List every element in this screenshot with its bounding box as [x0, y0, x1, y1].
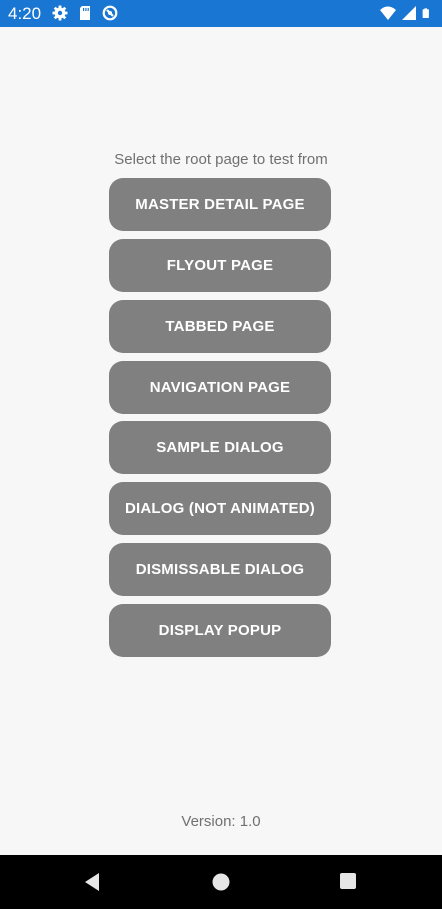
sd-card-icon [80, 6, 90, 20]
status-bar: 4:20 [0, 0, 442, 27]
sync-icon [102, 5, 118, 21]
gear-icon [52, 5, 68, 21]
tabbed-page-button[interactable]: TABBED PAGE [109, 300, 331, 353]
flyout-page-button[interactable]: FLYOUT PAGE [109, 239, 331, 292]
navigation-page-button[interactable]: NAVIGATION PAGE [109, 361, 331, 414]
cellular-signal-icon [402, 6, 416, 20]
sample-dialog-button[interactable]: SAMPLE DIALOG [109, 421, 331, 474]
display-popup-button[interactable]: DISPLAY POPUP [109, 604, 331, 657]
back-icon[interactable] [83, 872, 101, 892]
master-detail-page-button[interactable]: MASTER DETAIL PAGE [109, 178, 331, 231]
recents-icon[interactable] [339, 872, 357, 890]
dialog-not-animated-button[interactable]: DIALOG (NOT ANIMATED) [109, 482, 331, 535]
home-icon[interactable] [211, 872, 231, 892]
dismissable-dialog-button[interactable]: DISMISSABLE DIALOG [109, 543, 331, 596]
battery-icon [422, 8, 429, 18]
wifi-icon [380, 6, 396, 20]
navigation-bar [0, 855, 442, 909]
version-label: Version: 1.0 [181, 813, 261, 830]
status-time: 4:20 [8, 4, 42, 23]
root-page-prompt: Select the root page to test from [114, 151, 328, 168]
